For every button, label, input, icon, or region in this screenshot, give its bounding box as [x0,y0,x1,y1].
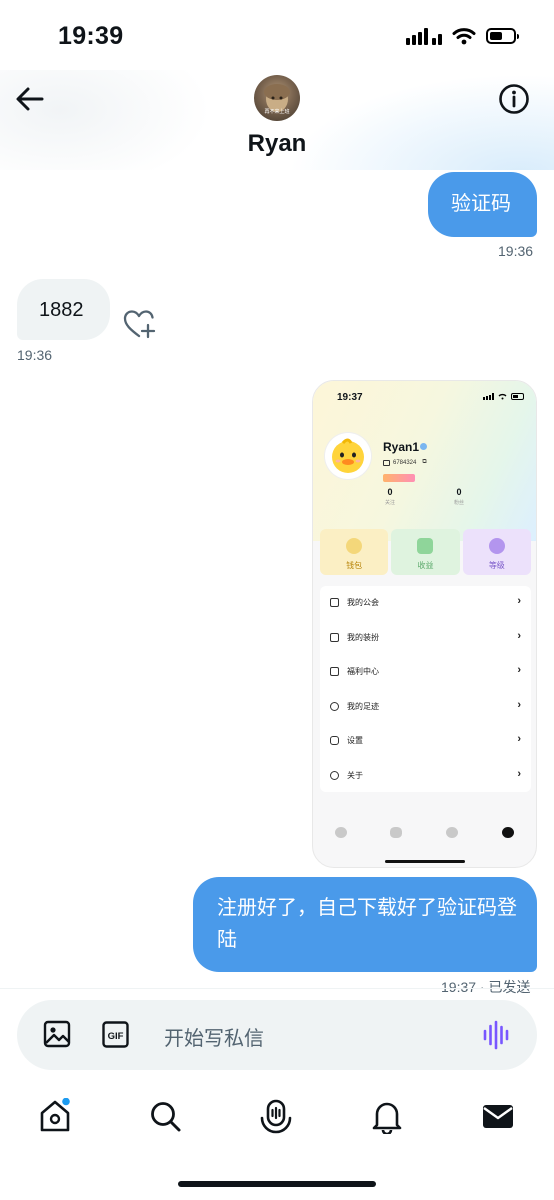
back-arrow-icon[interactable] [14,84,46,114]
tile-wallet: 钱包 [320,529,389,575]
menu-item-footprints: 我的足迹 › [320,690,531,724]
chevron-right-icon: › [517,733,521,745]
tile-label: 收益 [417,561,434,570]
duck-avatar-icon [325,433,371,479]
chevron-right-icon: › [517,768,521,780]
screenshot-profile-name: Ryan1 [383,440,420,454]
level-icon [488,538,505,554]
earnings-icon [417,538,434,554]
stat-followers: 0 粉丝 [439,487,479,506]
chevron-right-icon: › [517,630,521,642]
envelope-icon[interactable] [480,1098,516,1134]
gif-icon[interactable]: GIF [102,1021,129,1048]
message-timestamp: 19:37 · 已发送 [441,979,531,995]
avatar-caption: 再不来上班 [264,109,290,115]
composer-divider [0,988,554,989]
stat-label: 粉丝 [453,500,464,506]
stat-value: 0 [387,487,393,497]
shirt-icon [330,633,339,642]
menu-label: 我的公会 [347,598,379,607]
wallet-icon [346,538,363,554]
info-icon[interactable] [498,83,530,115]
menu-item-benefits: 福利中心 › [320,655,531,689]
tile-label: 钱包 [346,561,363,570]
screenshot-tab-bar [313,821,536,849]
guild-icon [330,598,339,607]
battery-icon [486,28,519,44]
stat-value: 0 [456,487,462,497]
gear-icon [330,736,339,745]
chevron-right-icon: › [517,595,521,607]
stat-following: 0 关注 [370,487,410,506]
message-composer[interactable]: GIF 开始写私信 [17,1000,537,1070]
svg-text:GIF: GIF [108,1031,124,1042]
tile-level: 等级 [462,529,531,575]
add-reaction-heart-icon[interactable] [122,308,156,340]
home-indicator [178,1181,376,1187]
home-icon[interactable] [37,1098,73,1134]
message-bubble-outgoing[interactable]: 注册好了，自己下载好了验证码登陆 [193,877,537,972]
message-bubble-outgoing[interactable]: 验证码 [428,172,537,237]
message-input[interactable]: 开始写私信 [164,1022,264,1051]
message-timestamp: 19:36 [498,243,534,259]
search-icon[interactable] [147,1098,183,1134]
notification-dot [62,1098,70,1106]
profile-icon [502,827,514,838]
bell-icon[interactable] [369,1098,405,1134]
spaces-mic-icon[interactable] [258,1098,294,1134]
screenshot-status-time: 19:37 [337,392,363,403]
voice-wave-icon[interactable] [482,1020,510,1050]
verified-icon [420,443,427,450]
chat-icon [446,827,458,838]
status-bar: 19:39 [0,0,554,70]
message-text: 1882 [39,299,84,321]
shared-image-message[interactable]: 19:37 Ryan1 6784324 ⧉ 0 关注 0 粉丝 钱包 收益 等级… [312,380,537,868]
home-icon [335,827,347,838]
menu-item-about: 关于 › [320,759,531,793]
screenshot-menu: 我的公会 › 我的装扮 › 福利中心 › 我的足迹 › 设置 › 关于 › [320,586,531,792]
status-icons [406,27,519,45]
id-icon [383,459,390,466]
menu-item-outfits: 我的装扮 › [320,621,531,655]
conversation-header: 再不来上班 Ryan [0,70,554,170]
menu-label: 关于 [347,771,363,780]
message-bubble-incoming[interactable]: 1882 [17,279,110,340]
stat-label: 关注 [384,500,395,506]
message-timestamp: 19:36 [17,347,53,363]
menu-label: 我的足迹 [347,702,379,711]
wifi-icon [452,28,476,45]
tile-earnings: 收益 [391,529,460,575]
menu-label: 福利中心 [347,667,379,676]
message-text: 注册好了，自己下载好了验证码登陆 [217,897,517,951]
info-icon [330,771,339,780]
chevron-right-icon: › [517,699,521,711]
screenshot-tiles: 钱包 收益 等级 [320,529,531,575]
chevron-right-icon: › [517,664,521,676]
screenshot-profile-id: 6784324 ⧉ [383,459,427,466]
profile-id-text: 6784324 [393,459,417,466]
tile-label: 等级 [488,561,505,570]
planet-icon [390,827,402,838]
screenshot-status-icons [483,393,524,400]
menu-label: 设置 [347,736,363,745]
eye-icon [330,702,339,711]
cellular-signal-icon [406,27,442,45]
message-text: 验证码 [451,193,511,215]
level-badge [383,474,415,482]
screenshot-profile-header: 19:37 Ryan1 6784324 ⧉ 0 关注 0 粉丝 [313,381,536,541]
menu-item-guild: 我的公会 › [320,586,531,620]
menu-item-settings: 设置 › [320,724,531,758]
menu-label: 我的装扮 [347,633,379,642]
screenshot-home-indicator [385,860,465,863]
contact-name[interactable]: Ryan [0,130,554,158]
contact-avatar[interactable]: 再不来上班 [254,75,300,121]
status-time: 19:39 [58,22,124,50]
copy-icon: ⧉ [422,459,427,465]
image-icon[interactable] [43,1020,71,1048]
gift-icon [330,667,339,676]
